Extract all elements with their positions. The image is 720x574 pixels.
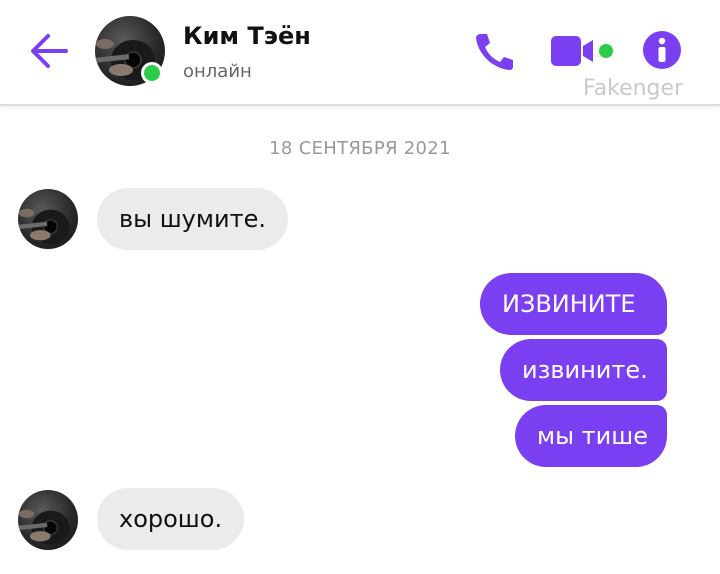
contact-status: онлайн [183, 61, 252, 82]
video-call-button[interactable] [549, 34, 617, 68]
info-icon [643, 31, 681, 69]
message-bubble-incoming[interactable]: хорошо. [97, 488, 245, 550]
phone-icon [476, 34, 513, 70]
contact-name[interactable]: Ким Тэён [183, 22, 311, 50]
message-avatar[interactable] [18, 490, 78, 550]
message-bubble-outgoing[interactable]: мы тише [515, 405, 667, 467]
message-bubble-outgoing[interactable]: извините. [500, 339, 667, 401]
message-bubble-outgoing[interactable]: ИЗВИНИТЕ [480, 273, 667, 335]
call-button[interactable] [470, 30, 516, 72]
date-separator: 18 СЕНТЯБРЯ 2021 [269, 138, 451, 159]
message-bubble-incoming[interactable]: вы шумите. [97, 188, 288, 250]
guitar-photo [18, 509, 70, 545]
info-button[interactable] [643, 31, 681, 69]
online-status-dot [141, 62, 163, 84]
chat-header: Ким Тэён онлайн Fakenger [0, 0, 720, 106]
guitar-photo [18, 208, 70, 244]
back-button[interactable] [28, 30, 70, 72]
video-camera-icon [551, 36, 613, 66]
watermark: Fakenger [583, 76, 684, 101]
message-avatar[interactable] [18, 189, 78, 249]
back-arrow-icon [31, 34, 68, 68]
